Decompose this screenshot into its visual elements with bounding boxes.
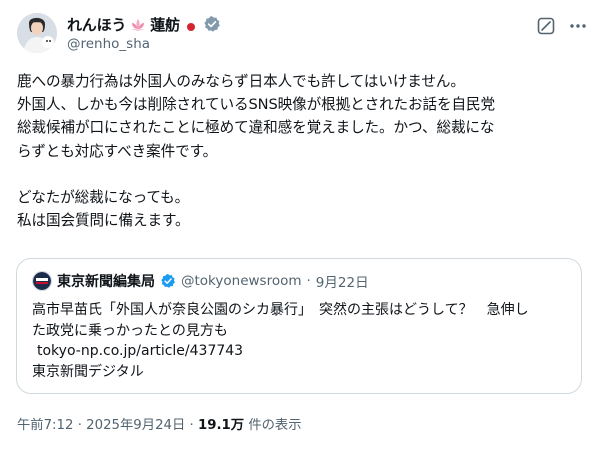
lotus-icon — [130, 17, 146, 31]
quoted-post-header: 東京新聞編集局 @tokyonewsroom · 9月22日 — [32, 271, 369, 291]
post-time[interactable]: 午前7:12 — [17, 418, 73, 433]
quoted-post-text: 高市早苗氏「外国人が奈良公園のシカ暴行」 突然の主張はどうして？ 急伸し た政党… — [32, 300, 582, 382]
quoted-post-date: 9月22日 — [315, 275, 369, 291]
meta-separator: · — [189, 418, 194, 433]
post-text-blank-line — [17, 163, 597, 186]
author-handle[interactable]: @renho_sha — [67, 36, 150, 52]
meta-separator: · — [77, 418, 82, 433]
post-text-line: 鹿への暴力行為は外国人のみならず日本人でも許してはいけません。 — [17, 73, 465, 90]
author-display-name[interactable]: れんほう — [67, 14, 126, 35]
author-display-name-kanji[interactable]: 蓮舫 — [150, 14, 180, 35]
verified-badge-icon — [203, 15, 221, 33]
quoted-text-line: 高市早苗氏「外国人が奈良公園のシカ暴行」 突然の主張はどうして？ 急伸し — [32, 302, 529, 318]
post-date[interactable]: 2025年9月24日 — [86, 418, 185, 433]
grok-icon[interactable] — [534, 14, 558, 38]
post-text-line: どなたが総裁になっても。 — [17, 189, 190, 206]
post-text-line: らずとも対応すべき案件です。 — [17, 142, 218, 160]
quoted-source: 東京新聞デジタル — [32, 363, 144, 380]
more-icon[interactable] — [566, 14, 590, 38]
post-text-line: 外国人、しかも今は削除されているSNS映像が根拠とされたお話を自民党 — [17, 96, 496, 114]
quoted-post[interactable]: 東京新聞編集局 @tokyonewsroom · 9月22日 高市早苗氏「外国人… — [16, 258, 582, 394]
view-count-label: 件の表示 — [248, 418, 302, 433]
quoted-account-handle: @tokyonewsroom — [181, 273, 302, 289]
author-avatar[interactable] — [17, 13, 57, 53]
view-count: 19.1万 — [198, 418, 245, 433]
verified-badge-icon — [160, 273, 176, 289]
japan-flag-icon — [185, 18, 197, 31]
post-text-line: 私は国会質問に備えます。 — [17, 212, 190, 230]
post-meta-footer: 午前7:12 · 2025年9月24日 · 19.1万 件の表示 — [17, 414, 302, 433]
quoted-account-avatar — [32, 271, 52, 291]
post-text-line: 総裁候補が口にされたことに極めて違和感を覚えました。かつ、総裁にな — [17, 119, 495, 137]
post-text: 鹿への暴力行為は外国人のみならず日本人でも許してはいけません。 外国人、しかも今… — [17, 70, 597, 232]
quoted-link[interactable]: tokyo-np.co.jp/article/437743 — [32, 341, 582, 362]
author-name-row[interactable]: れんほう 蓮舫 — [67, 13, 221, 35]
quoted-text-line: た政党に乗っかったとの見方も — [32, 322, 228, 339]
quoted-account-name: 東京新聞編集局 — [57, 274, 155, 290]
quoted-meta-separator: · — [306, 273, 311, 289]
